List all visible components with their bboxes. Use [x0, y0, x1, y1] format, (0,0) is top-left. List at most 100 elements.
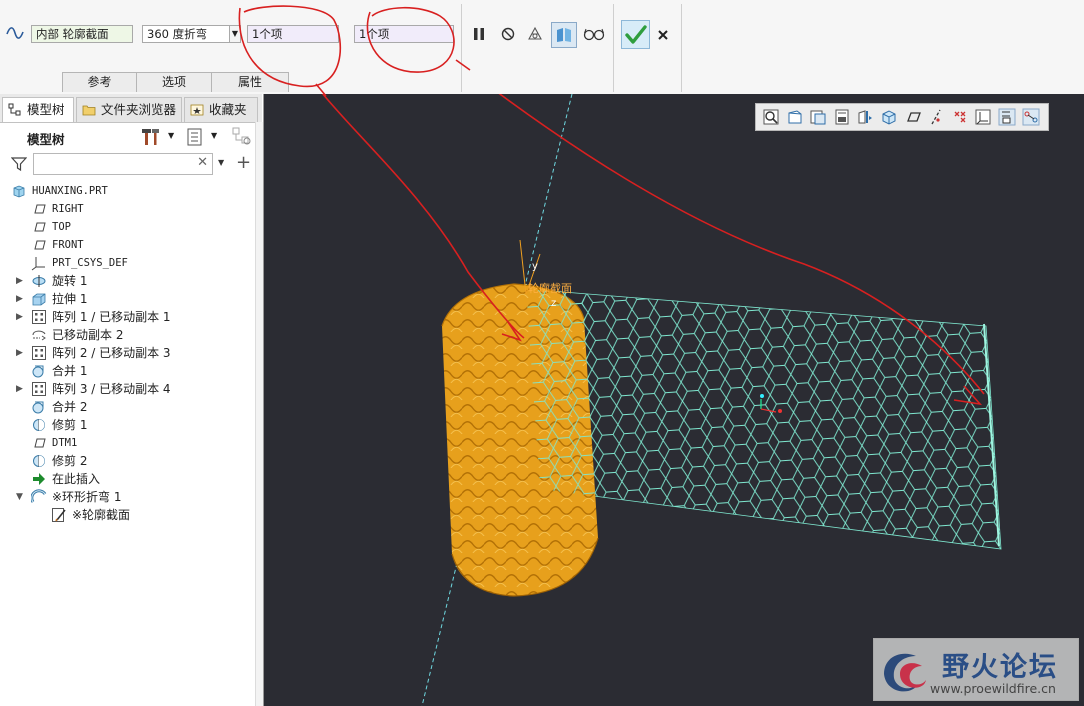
tab-options[interactable]: 选项: [136, 72, 212, 92]
tree-item-label: TOP: [52, 221, 71, 233]
coordinate-system-icon: [31, 255, 47, 271]
expand-arrow-icon[interactable]: ▶: [16, 272, 26, 290]
tree-item-label: 修剪 1: [52, 418, 88, 432]
chevron-down-icon[interactable]: ▼: [168, 131, 174, 140]
search-input[interactable]: ✕: [33, 153, 213, 175]
pause-icon[interactable]: [468, 23, 490, 45]
tree-item-label: 合并 1: [52, 364, 88, 378]
csys-display-icon[interactable]: [974, 108, 992, 126]
tree-item[interactable]: HUANXING.PRT: [0, 182, 250, 200]
navigator-panel: 模型树 文件夹浏览器 收藏夹 模型树 ▼ ▼ ✕ ▼ + HUANXING.PR…: [0, 94, 264, 706]
type-field[interactable]: 内部 轮廓截面: [31, 25, 133, 43]
expand-arrow-icon[interactable]: ▶: [16, 308, 26, 326]
trim-icon: [31, 417, 47, 433]
tab-label: 文件夹浏览器: [101, 102, 177, 117]
clear-icon[interactable]: ✕: [197, 155, 208, 170]
display-style-icon[interactable]: [856, 108, 874, 126]
dashboard-tabs: 参考 选项 属性: [62, 72, 289, 93]
tree-item-label: 在此插入: [52, 472, 101, 486]
tree-item-label: 已移动副本 2: [52, 328, 124, 342]
point-display-icon[interactable]: [951, 108, 969, 126]
tree-item[interactable]: ▶ 阵列 1 / 已移动副本 1: [0, 308, 250, 326]
tree-item-label: 阵列 1 / 已移动副本 1: [52, 310, 171, 324]
glasses-icon[interactable]: [583, 23, 605, 45]
tree-item[interactable]: 在此插入: [0, 470, 250, 488]
tree-filter-icon[interactable]: [232, 127, 252, 147]
reference-collector-1[interactable]: 1个项: [247, 25, 339, 43]
tree-item[interactable]: ▶ 阵列 3 / 已移动副本 4: [0, 380, 250, 398]
divider: [461, 4, 462, 92]
model-tree-header: 模型树: [27, 132, 65, 147]
filter-funnel-icon[interactable]: [11, 156, 27, 172]
tree-item[interactable]: ▶ 阵列 2 / 已移动副本 3: [0, 344, 250, 362]
tree-item[interactable]: 修剪 1: [0, 416, 250, 434]
tree-item[interactable]: DTM1: [0, 434, 250, 452]
zoom-out-icon[interactable]: [809, 108, 827, 126]
expand-arrow-icon[interactable]: ▶: [16, 344, 26, 362]
refit-icon[interactable]: [762, 108, 780, 126]
preview-feature-icon[interactable]: [551, 22, 577, 48]
axis-display-icon[interactable]: [927, 108, 945, 126]
tree-item[interactable]: ▼ ※环形折弯 1: [0, 488, 250, 506]
axis-z-label: z: [551, 298, 556, 309]
graphics-viewport[interactable]: y z 轮廓截面: [264, 94, 1084, 706]
tree-item[interactable]: TOP: [0, 218, 250, 236]
no-preview-icon[interactable]: [497, 23, 519, 45]
toroidal-bend-icon: [30, 489, 47, 505]
tab-favorites[interactable]: 收藏夹: [184, 97, 258, 122]
expand-arrow-icon[interactable]: ▶: [16, 380, 26, 398]
tree-item-label: 修剪 2: [52, 454, 88, 468]
tree-item[interactable]: 合并 1: [0, 362, 250, 380]
tree-item-label: 阵列 2 / 已移动副本 3: [52, 346, 171, 360]
tree-item-label: 合并 2: [52, 400, 88, 414]
watermark: 野火论坛 www.proewildfire.cn: [873, 638, 1079, 701]
tree-item[interactable]: 合并 2: [0, 398, 250, 416]
section-label: 轮廓截面: [528, 281, 572, 295]
chevron-down-icon[interactable]: ▼: [211, 131, 217, 140]
scrollbar[interactable]: [255, 122, 263, 706]
expand-arrow-icon[interactable]: ▶: [16, 290, 26, 308]
sine-wave-icon: [6, 27, 24, 39]
divider: [681, 4, 682, 92]
saved-views-icon[interactable]: [833, 108, 851, 126]
hammer-settings-icon[interactable]: [142, 127, 164, 147]
close-icon[interactable]: [652, 24, 674, 46]
plane-display-icon[interactable]: [904, 108, 922, 126]
tree-item-label: HUANXING.PRT: [32, 185, 108, 197]
hex-mesh-quilt: [525, 283, 1002, 550]
preview-geometry-icon[interactable]: [524, 23, 546, 45]
bend-type-select[interactable]: 360 度折弯: [142, 25, 230, 43]
tab-model-tree[interactable]: 模型树: [2, 97, 74, 122]
reference-collector-2[interactable]: 1个项: [354, 25, 454, 43]
graphics-toolbar: [755, 103, 1049, 131]
chevron-down-icon[interactable]: ▼: [229, 25, 241, 43]
plus-icon[interactable]: +: [236, 152, 251, 173]
tree-item[interactable]: RIGHT: [0, 200, 250, 218]
zoom-in-icon[interactable]: [786, 108, 804, 126]
tree-item[interactable]: 修剪 2: [0, 452, 250, 470]
view-manager-icon[interactable]: [880, 108, 898, 126]
pattern-icon: [31, 381, 47, 397]
tab-properties[interactable]: 属性: [211, 72, 289, 92]
favorites-icon: [190, 104, 204, 116]
chevron-down-icon[interactable]: ▼: [218, 158, 224, 167]
annotation-display-icon[interactable]: [1022, 108, 1040, 126]
tab-references[interactable]: 参考: [62, 72, 137, 92]
pattern-icon: [31, 309, 47, 325]
watermark-url: www.proewildfire.cn: [930, 681, 1056, 696]
pattern-icon: [31, 345, 47, 361]
tab-folder-browser[interactable]: 文件夹浏览器: [76, 97, 182, 122]
revolve-icon: [31, 273, 47, 289]
tree-item[interactable]: ▶ 旋转 1: [0, 272, 250, 290]
tree-item[interactable]: ※轮廓截面: [0, 506, 250, 524]
tree-item[interactable]: FRONT: [0, 236, 250, 254]
collapse-arrow-icon[interactable]: ▼: [16, 488, 26, 506]
tree-item[interactable]: PRT_CSYS_DEF: [0, 254, 250, 272]
model-tree-icon: [8, 103, 21, 116]
datum-plane-icon: [31, 201, 47, 217]
spin-center-icon[interactable]: [998, 108, 1016, 126]
checkmark-icon[interactable]: [621, 20, 650, 49]
tree-show-icon[interactable]: [187, 128, 203, 146]
tree-item[interactable]: ▶ 拉伸 1: [0, 290, 250, 308]
tree-item[interactable]: 已移动副本 2: [0, 326, 250, 344]
